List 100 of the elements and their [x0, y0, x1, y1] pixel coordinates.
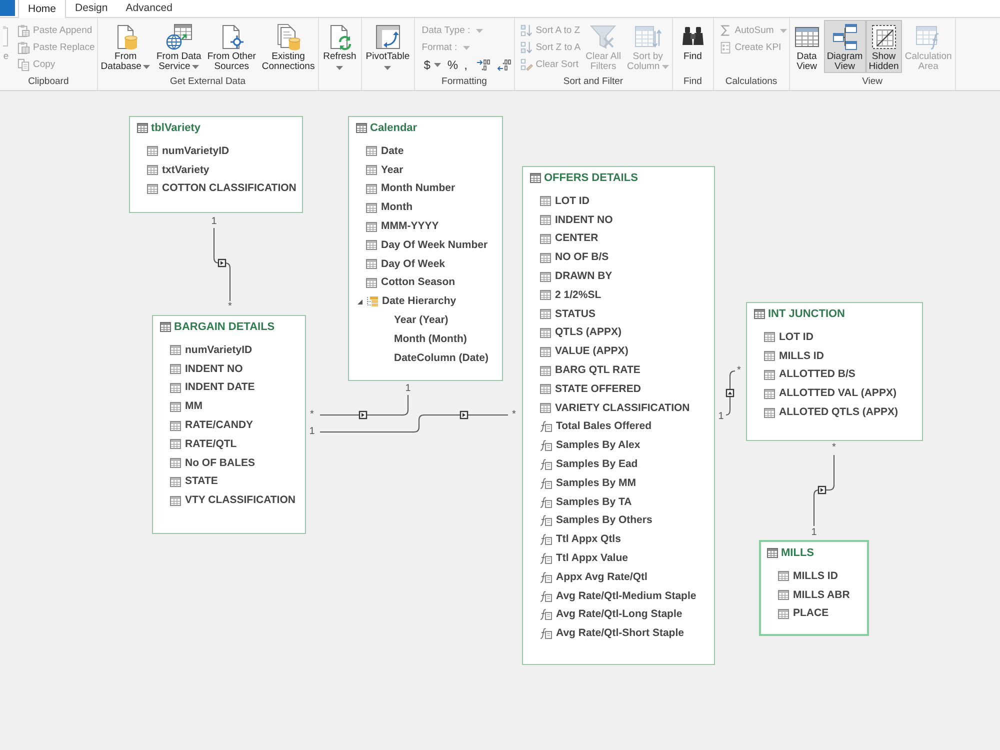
relationship-line[interactable]	[214, 228, 230, 302]
hierarchy-icon	[366, 296, 378, 308]
group-label: Find	[683, 75, 702, 88]
field-name: RATE/CANDY	[185, 419, 254, 432]
field-name: Appx Avg Rate/Qtl	[556, 570, 648, 584]
field-name: INDENT DATE	[185, 381, 255, 394]
field-name: Samples By Alex	[556, 439, 640, 452]
from-data-service-button[interactable]: From Data Service	[153, 20, 204, 73]
find-button[interactable]: Find	[676, 20, 710, 73]
percent-button[interactable]: %	[447, 58, 458, 72]
column-icon	[170, 364, 181, 374]
table-card[interactable]: tblVariety numVarietyID txtVariety COTTON CLASSIFICATION	[129, 116, 303, 213]
show-hidden-button[interactable]: Show Hidden	[866, 20, 902, 73]
field-name: VARIETY CLASSIFICATION	[555, 402, 690, 415]
column-icon	[778, 590, 789, 600]
cardinality-label: *	[228, 302, 232, 312]
column-icon	[170, 402, 181, 412]
clipboard-grid-icon	[17, 41, 30, 54]
relationship-line[interactable]	[320, 414, 508, 432]
diagram-icon	[830, 23, 859, 51]
measure-icon	[540, 534, 552, 546]
column-icon	[170, 496, 181, 506]
field-name: DateColumn (Date)	[394, 352, 489, 365]
field-name: Day Of Week	[381, 258, 445, 271]
decrease-decimal-icon[interactable]	[497, 58, 512, 70]
column-icon	[540, 366, 551, 376]
field-name: VALUE (APPX)	[555, 345, 628, 358]
table-card[interactable]: Calendar Date Year Month Number Month MMM-YYYY Day Of Week Number Day Of Week Cotton Season Date Hierarchy Year (Year) Month (Month) DateColumn (Date)	[348, 116, 503, 381]
measure-icon	[540, 515, 552, 526]
pivot-table-button[interactable]: PivotTable	[362, 20, 413, 73]
sort-descending-icon	[520, 41, 533, 54]
diagram-view-button[interactable]: Diagram View	[824, 20, 866, 73]
field-name: Year	[381, 164, 404, 177]
field-name: Samples By TA	[556, 496, 632, 509]
clear-filter-icon	[589, 23, 618, 51]
field-name: LOT ID	[555, 194, 590, 208]
existing-connections-button[interactable]: Existing Connections	[258, 20, 318, 73]
field-name: numVarietyID	[162, 144, 230, 158]
globe-grid-icon	[164, 23, 193, 51]
field-name: Avg Rate/Qtl-Long Staple	[556, 608, 682, 622]
field-name: Avg Rate/Qtl-Medium Staple	[556, 590, 696, 603]
column-icon	[366, 184, 377, 194]
from-database-button[interactable]: From Database	[98, 20, 154, 73]
field-name: ALLOTTED VAL (APPX)	[779, 387, 896, 400]
column-icon	[540, 290, 551, 300]
column-icon	[540, 215, 551, 226]
increase-decimal-icon[interactable]	[476, 58, 490, 70]
field-name: Date Hierarchy	[382, 295, 456, 308]
table-card[interactable]: INT JUNCTION LOT ID MILLS ID ALLOTTED B/S ALLOTTED VAL (APPX) ALLOTED QTLS (APPX)	[746, 302, 923, 441]
square-marker-icon	[818, 486, 826, 494]
data-view-button[interactable]: Data View	[790, 20, 824, 73]
table-card[interactable]	[522, 166, 715, 665]
sigma-icon	[718, 24, 732, 37]
relationship-line[interactable]	[814, 454, 834, 526]
field-name: Date	[381, 144, 404, 158]
column-icon	[366, 259, 377, 270]
column-icon	[778, 571, 789, 582]
column-icon	[540, 309, 551, 320]
measure-icon	[540, 421, 552, 432]
square-marker-icon	[218, 258, 226, 268]
table-title: Calendar	[370, 121, 418, 135]
ribbon-tab[interactable]: Advanced	[116, 0, 182, 17]
measure-icon	[540, 572, 552, 583]
table-icon	[767, 548, 778, 558]
column-icon	[764, 370, 775, 380]
relationship-line[interactable]	[726, 370, 736, 416]
field-name: MILLS ABR	[793, 588, 850, 602]
field-name: txtVariety	[162, 164, 210, 177]
field-name: MM	[185, 400, 202, 414]
column-icon	[764, 388, 775, 399]
measure-icon	[540, 496, 552, 508]
column-icon	[147, 146, 158, 156]
cardinality-label: 1	[811, 528, 817, 538]
column-icon	[366, 165, 377, 176]
field-name: Samples By Others	[556, 514, 652, 528]
measure-icon	[540, 478, 552, 489]
field-name: STATUS	[555, 308, 596, 321]
ribbon-tab[interactable]: Home	[18, 0, 66, 18]
table-title: BARGAIN DETAILS	[174, 320, 275, 334]
pivot-table-icon	[374, 23, 402, 51]
field-name: Cotton Season	[381, 276, 456, 290]
field-name: STATE OFFERED	[555, 382, 641, 396]
measure-icon	[540, 459, 552, 470]
table-title: tblVariety	[151, 121, 201, 135]
currency-button[interactable]: $	[424, 58, 442, 72]
column-icon	[540, 252, 551, 263]
comma-button[interactable]: ,	[464, 58, 468, 72]
cardinality-label: 1	[211, 217, 217, 227]
relationship-line[interactable]	[320, 394, 408, 416]
column-icon	[540, 234, 551, 244]
field-name: DRAWN BY	[555, 270, 612, 284]
expand-caret-icon[interactable]	[357, 298, 363, 305]
from-other-sources-button[interactable]: From Other Sources	[204, 20, 259, 73]
measure-icon	[540, 553, 552, 564]
refresh-button[interactable]: Refresh	[320, 20, 360, 73]
table-card[interactable]: MILLS MILLS ID MILLS ABR PLACE	[759, 540, 869, 636]
field-name: INDENT NO	[185, 362, 243, 376]
table-card[interactable]: BARGAIN DETAILS numVarietyID INDENT NO INDENT DATE MM RATE/CANDY RATE/QTL No OF BALES STATE VTY CLASSIFICATION	[152, 315, 306, 534]
ribbon-tab[interactable]: Design	[66, 0, 117, 17]
field-name: COTTON CLASSIFICATION	[162, 182, 296, 196]
